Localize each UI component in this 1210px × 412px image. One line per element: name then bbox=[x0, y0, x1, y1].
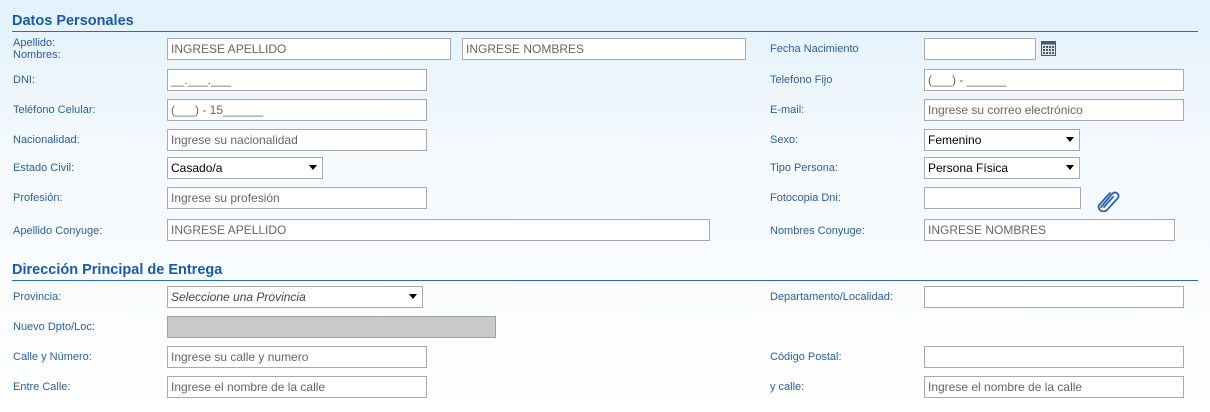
fotocopia-dni-input[interactable] bbox=[924, 187, 1081, 209]
dni-label: DNI: bbox=[13, 74, 35, 86]
profesion-label: Profesión: bbox=[13, 192, 63, 204]
tipo-persona-select[interactable]: Persona Física bbox=[924, 157, 1080, 179]
codigo-postal-label: Código Postal: bbox=[770, 351, 842, 363]
calle-numero-label: Calle y Número: bbox=[13, 351, 92, 363]
nombres-conyuge-input[interactable]: INGRESE NOMBRES bbox=[924, 219, 1175, 241]
y-calle-input[interactable]: Ingrese el nombre de la calle bbox=[924, 376, 1184, 398]
calle-numero-input[interactable]: Ingrese su calle y numero bbox=[167, 346, 427, 368]
paperclip-icon[interactable] bbox=[1095, 186, 1121, 212]
chevron-down-icon bbox=[409, 294, 417, 299]
nacionalidad-input[interactable]: Ingrese su nacionalidad bbox=[167, 129, 427, 151]
apellido-conyuge-label: Apellido Conyuge: bbox=[13, 225, 103, 237]
provincia-label: Provincia: bbox=[13, 291, 62, 303]
departamento-localidad-label: Departamento/Localidad: bbox=[770, 291, 893, 303]
telefono-fijo-input[interactable]: (___) - ______ bbox=[924, 69, 1184, 91]
sexo-label: Sexo: bbox=[770, 134, 799, 146]
nombres-conyuge-label: Nombres Conyuge: bbox=[770, 225, 865, 237]
nombres-input[interactable]: INGRESE NOMBRES bbox=[462, 38, 746, 60]
apellido-input[interactable]: INGRESE APELLIDO bbox=[167, 38, 451, 60]
chevron-down-icon bbox=[1066, 165, 1074, 170]
chevron-down-icon bbox=[309, 165, 317, 170]
provincia-select[interactable]: Seleccione una Provincia bbox=[167, 286, 423, 308]
apellido-conyuge-input[interactable]: INGRESE APELLIDO bbox=[167, 219, 710, 241]
section-title-datos-personales: Datos Personales bbox=[12, 12, 1198, 32]
email-input[interactable]: Ingrese su correo electrónico bbox=[924, 99, 1184, 121]
entre-calle-input[interactable]: Ingrese el nombre de la calle bbox=[167, 376, 427, 398]
entre-calle-label: Entre Calle: bbox=[13, 381, 71, 393]
chevron-down-icon bbox=[1066, 137, 1074, 142]
nacionalidad-label: Nacionalidad: bbox=[13, 134, 80, 146]
tipo-persona-label: Tipo Persona: bbox=[770, 162, 839, 174]
estado-civil-label: Estado Civil: bbox=[13, 162, 75, 174]
sexo-select[interactable]: Femenino bbox=[924, 129, 1080, 151]
dni-input[interactable]: __.___.___ bbox=[167, 69, 427, 91]
nuevo-dpto-loc-input bbox=[167, 316, 496, 338]
fecha-nacimiento-input[interactable] bbox=[924, 38, 1036, 60]
apellido-nombres-label: Apellido: Nombres: bbox=[13, 37, 61, 61]
provincia-select-value: Seleccione una Provincia bbox=[171, 290, 306, 304]
sexo-select-value: Femenino bbox=[928, 133, 982, 147]
email-label: E-mail: bbox=[770, 104, 805, 116]
estado-civil-select-value: Casado/a bbox=[171, 161, 223, 175]
departamento-localidad-input[interactable] bbox=[924, 286, 1184, 308]
y-calle-label: y calle: bbox=[770, 381, 805, 393]
section-title-direccion-entrega: Dirección Principal de Entrega bbox=[12, 261, 1198, 281]
estado-civil-select[interactable]: Casado/a bbox=[167, 157, 323, 179]
nuevo-dpto-loc-label: Nuevo Dpto/Loc: bbox=[13, 321, 95, 333]
tipo-persona-select-value: Persona Física bbox=[928, 161, 1009, 175]
fecha-nacimiento-label: Fecha Nacimiento bbox=[770, 43, 859, 55]
codigo-postal-input[interactable] bbox=[924, 346, 1184, 368]
profesion-input[interactable]: Ingrese su profesión bbox=[167, 187, 427, 209]
calendar-icon[interactable] bbox=[1041, 41, 1056, 56]
fotocopia-dni-label: Fotocopia Dni: bbox=[770, 192, 841, 204]
telefono-celular-input[interactable]: (___) - 15______ bbox=[167, 99, 427, 121]
telefono-celular-label: Teléfono Celular: bbox=[13, 104, 96, 116]
telefono-fijo-label: Telefono Fijo bbox=[770, 74, 833, 86]
